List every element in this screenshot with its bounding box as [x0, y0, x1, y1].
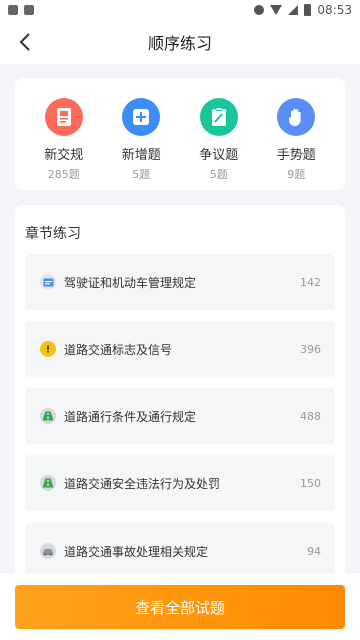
chapter-count: 94 — [307, 544, 321, 558]
chapter-label: 道路交通事故处理相关规定 — [64, 544, 209, 559]
do-not-disturb-icon — [254, 5, 265, 15]
battery-icon — [304, 4, 312, 16]
category-card: 新交规 285题 新增题 5题 争议题 5题 手势题 9题 — [15, 78, 345, 190]
category-label: 新交规 — [44, 148, 84, 163]
license-card-icon — [40, 274, 56, 290]
status-time: 08:53 — [317, 3, 352, 17]
category-label: 争议题 — [199, 148, 239, 163]
status-left — [8, 5, 34, 15]
category-label: 手势题 — [276, 148, 316, 163]
status-right: 08:53 — [254, 3, 352, 17]
chapter-section-title: 章节练习 — [25, 226, 81, 242]
clipboard-pen-icon — [199, 98, 238, 136]
category-label: 新增题 — [121, 148, 161, 163]
wifi-icon — [270, 5, 283, 15]
category-gesture[interactable]: 手势题 9题 — [258, 98, 336, 190]
chapter-item[interactable]: 道路交通安全违法行为及处罚 150 — [25, 455, 335, 511]
nav-bar: 顺序练习 — [0, 20, 360, 64]
view-all-questions-button[interactable]: 查看全部试题 — [15, 585, 345, 629]
chapter-item[interactable]: 道路交通标志及信号 396 — [25, 321, 335, 377]
chapter-count: 142 — [300, 275, 321, 289]
chapter-item[interactable]: 道路交通事故处理相关规定 94 — [25, 523, 335, 579]
chapter-label: 道路通行条件及通行规定 — [64, 409, 197, 424]
chapter-count: 488 — [300, 409, 321, 423]
category-new-rules[interactable]: 新交规 285题 — [25, 98, 103, 190]
newspaper-icon — [44, 98, 83, 136]
chapter-count: 150 — [300, 476, 321, 490]
category-count: 5题 — [132, 168, 151, 181]
category-new-added[interactable]: 新增题 5题 — [103, 98, 181, 190]
category-count: 5题 — [209, 168, 228, 181]
chapter-count: 396 — [300, 342, 321, 356]
bottom-bar: 查看全部试题 — [0, 573, 360, 640]
chapter-item[interactable]: 道路通行条件及通行规定 488 — [25, 388, 335, 444]
category-disputed[interactable]: 争议题 5题 — [180, 98, 258, 190]
chapter-label: 道路交通安全违法行为及处罚 — [64, 476, 221, 491]
back-arrow-icon[interactable] — [14, 30, 38, 54]
category-count: 285题 — [47, 168, 80, 181]
chapter-label: 驾驶证和机动车管理规定 — [64, 275, 197, 290]
plus-square-icon — [122, 98, 161, 136]
chapter-label: 道路交通标志及信号 — [64, 342, 173, 357]
category-count: 9题 — [287, 168, 306, 181]
app-notification-icon — [24, 5, 34, 15]
warning-sign-icon — [40, 341, 56, 357]
signal-icon — [288, 5, 299, 15]
road-icon — [40, 475, 56, 491]
chapter-item[interactable]: 驾驶证和机动车管理规定 142 — [25, 254, 335, 310]
hand-icon — [277, 98, 316, 136]
road-icon — [40, 408, 56, 424]
page-title: 顺序练习 — [147, 34, 212, 53]
car-accident-icon — [40, 543, 56, 559]
gallery-notification-icon — [8, 5, 18, 15]
status-bar: 08:53 — [0, 0, 360, 20]
